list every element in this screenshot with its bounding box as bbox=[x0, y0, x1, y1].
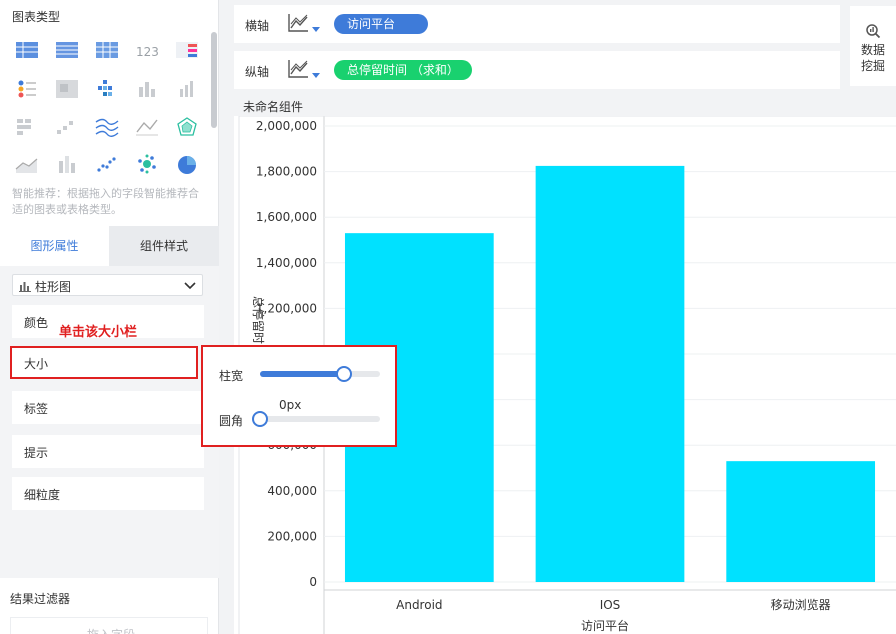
bar-width-label: 柱宽 bbox=[219, 369, 244, 383]
x-tick-label: Android bbox=[396, 598, 442, 612]
x-tick-label: IOS bbox=[600, 598, 621, 612]
corner-radius-label: 圆角 bbox=[219, 414, 244, 428]
corner-radius-slider[interactable] bbox=[252, 411, 380, 427]
y-tick-label: 0 bbox=[309, 575, 317, 589]
corner-radius-value: 0px bbox=[279, 398, 302, 412]
y-axis-dropdown-icon[interactable] bbox=[312, 73, 320, 78]
left-panel: 图表类型 123 智能推荐：根据拖入的字段智能推荐合适的图表或表格类型。 图形属… bbox=[0, 0, 219, 634]
scatter-icon[interactable] bbox=[88, 147, 124, 183]
result-filter-placeholder: 拖入字段 bbox=[87, 626, 135, 634]
area-icon[interactable] bbox=[8, 147, 44, 183]
grid-dots-icon[interactable] bbox=[88, 71, 124, 107]
stacked-bar-icon[interactable] bbox=[48, 147, 84, 183]
chart-type-select[interactable]: 柱形图 bbox=[12, 274, 203, 296]
x-axis-dropdown-icon[interactable] bbox=[312, 27, 320, 32]
smart-recommend-hint: 智能推荐：根据拖入的字段智能推荐合适的图表或表格类型。 bbox=[12, 187, 199, 216]
bar-width-slider[interactable] bbox=[260, 366, 380, 382]
result-filter-title: 结果过滤器 bbox=[10, 592, 71, 606]
pie-icon[interactable] bbox=[168, 147, 204, 183]
bar-width-slider-fill bbox=[260, 371, 344, 377]
y-tick-label: 400,000 bbox=[267, 484, 317, 498]
dot-map-icon[interactable] bbox=[8, 71, 44, 107]
y-tick-label: 200,000 bbox=[267, 529, 317, 543]
prop-tooltip[interactable]: 提示 bbox=[12, 435, 204, 468]
y-axis-label: 纵轴 bbox=[245, 65, 270, 79]
detail-table-icon[interactable] bbox=[88, 33, 124, 69]
widget-title: 未命名组件 bbox=[243, 100, 304, 114]
bar-chart-icon bbox=[19, 280, 31, 295]
properties-panel: 柱形图 颜色 大小 标签 提示 细粒度 bbox=[0, 266, 219, 578]
mining-label-line2: 挖掘 bbox=[860, 59, 885, 73]
prop-tooltip-label: 提示 bbox=[24, 446, 49, 460]
y-tick-label: 1,600,000 bbox=[256, 210, 317, 224]
chart-types-scrollbar[interactable] bbox=[211, 32, 217, 128]
heatmap-icon[interactable] bbox=[48, 71, 84, 107]
mining-label: 数据 挖掘 bbox=[850, 42, 896, 74]
tab-component-style[interactable]: 组件样式 bbox=[109, 226, 219, 266]
block-icon[interactable] bbox=[8, 109, 44, 145]
bar bbox=[535, 165, 685, 582]
prop-granularity-label: 细粒度 bbox=[24, 488, 61, 502]
bar-gray-icon[interactable] bbox=[168, 71, 204, 107]
property-tabs: 图形属性 组件样式 bbox=[0, 226, 219, 266]
bar bbox=[726, 461, 876, 582]
result-filter-dropzone[interactable]: 拖入字段 bbox=[10, 617, 208, 634]
line-icon[interactable] bbox=[128, 109, 164, 145]
radar-icon[interactable] bbox=[168, 109, 204, 145]
size-popup: 柱宽 0px 圆角 bbox=[201, 345, 397, 447]
bar-width-slider-handle[interactable] bbox=[336, 366, 352, 382]
svg-text:123: 123 bbox=[136, 45, 159, 59]
crosstable-icon[interactable] bbox=[48, 33, 84, 69]
corner-radius-slider-handle[interactable] bbox=[252, 411, 268, 427]
chart-types-title: 图表类型 bbox=[12, 10, 61, 24]
table-icon[interactable] bbox=[8, 33, 44, 69]
color-table-icon[interactable] bbox=[168, 33, 204, 69]
x-tick-label: 移动浏览器 bbox=[771, 597, 831, 612]
mining-icon bbox=[864, 22, 882, 43]
prop-label[interactable]: 标签 bbox=[12, 391, 204, 424]
bar-small-icon[interactable] bbox=[128, 71, 164, 107]
y-axis-bar: 纵轴 总停留时间 （求和） bbox=[234, 51, 840, 89]
line-chart-icon[interactable] bbox=[287, 13, 309, 36]
mining-label-line1: 数据 bbox=[860, 43, 885, 57]
y-tick-label: 2,000,000 bbox=[256, 119, 317, 133]
annotation-text: 单击该大小栏 bbox=[59, 325, 138, 340]
prop-size[interactable]: 大小 bbox=[10, 346, 198, 379]
y-tick-label: 1,800,000 bbox=[256, 165, 317, 179]
chevron-down-icon bbox=[183, 279, 197, 296]
line-chart-icon[interactable] bbox=[287, 59, 309, 82]
x-axis-field-pill[interactable]: 访问平台 bbox=[334, 14, 428, 34]
prop-size-label: 大小 bbox=[24, 357, 49, 371]
tab-graph-properties[interactable]: 图形属性 bbox=[0, 226, 109, 266]
y-axis-field-pill[interactable]: 总停留时间 （求和） bbox=[334, 60, 472, 80]
multi-line-icon[interactable] bbox=[88, 109, 124, 145]
kpi-number-icon[interactable]: 123 bbox=[128, 33, 164, 69]
x-axis-label: 横轴 bbox=[245, 19, 270, 33]
x-axis-bar: 横轴 访问平台 bbox=[234, 5, 840, 43]
data-mining-button[interactable]: 数据 挖掘 bbox=[850, 6, 896, 86]
prop-granularity[interactable]: 细粒度 bbox=[12, 477, 204, 510]
chart-type-select-value: 柱形图 bbox=[35, 280, 72, 294]
x-axis-title: 访问平台 bbox=[581, 618, 629, 633]
bubble-icon[interactable] bbox=[128, 147, 164, 183]
prop-color-label: 颜色 bbox=[24, 316, 49, 330]
prop-label-label: 标签 bbox=[24, 402, 49, 416]
step-icon[interactable] bbox=[48, 109, 84, 145]
y-tick-label: 1,400,000 bbox=[256, 256, 317, 270]
